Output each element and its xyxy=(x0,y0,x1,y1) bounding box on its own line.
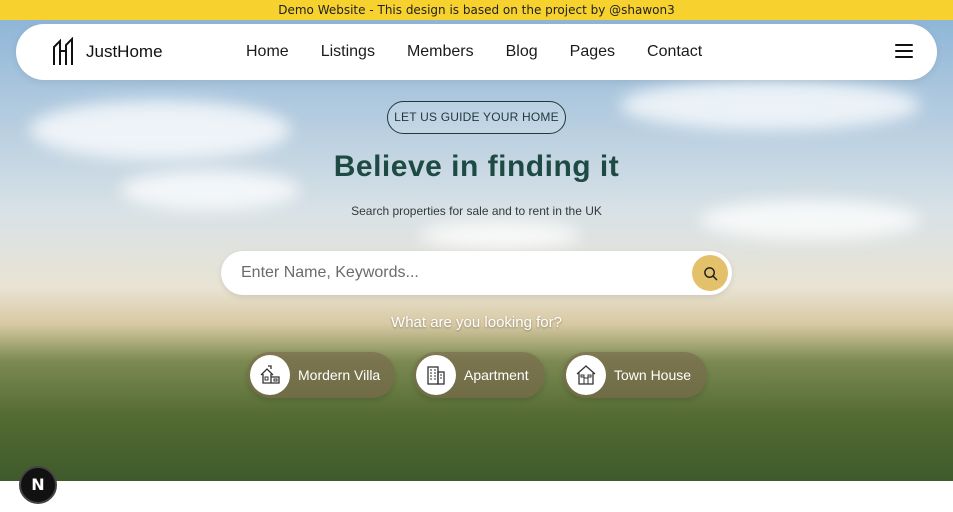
nav-link-home[interactable]: Home xyxy=(246,43,289,61)
dev-badge[interactable]: N xyxy=(19,466,57,504)
nav-link-blog[interactable]: Blog xyxy=(506,43,538,61)
search-button[interactable] xyxy=(692,255,728,291)
category-label: Town House xyxy=(614,367,692,383)
category-label: Mordern Villa xyxy=(298,367,381,383)
looking-for-label: What are you looking for? xyxy=(391,314,562,331)
town-house-icon xyxy=(566,355,606,395)
hero-subtitle: Search properties for sale and to rent i… xyxy=(351,204,602,218)
main-navbar: JustHome Home Listings Members Blog Page… xyxy=(16,24,937,80)
logo-text: JustHome xyxy=(86,42,163,61)
nav-link-pages[interactable]: Pages xyxy=(570,43,615,61)
hamburger-menu-icon[interactable] xyxy=(895,44,913,60)
search-box xyxy=(221,251,732,295)
search-input[interactable] xyxy=(241,261,661,285)
demo-banner: Demo Website - This design is based on t… xyxy=(0,0,953,20)
nav-link-listings[interactable]: Listings xyxy=(321,43,375,61)
logo-icon xyxy=(53,37,73,65)
hero-title: Believe in finding it xyxy=(333,150,620,183)
search-icon xyxy=(703,266,717,280)
guide-pill: LET US GUIDE YOUR HOME xyxy=(387,101,566,134)
logo[interactable]: JustHome xyxy=(52,37,163,67)
apartment-icon xyxy=(416,355,456,395)
category-apartment[interactable]: Apartment xyxy=(413,352,545,398)
category-label: Apartment xyxy=(464,367,529,383)
category-town-house[interactable]: Town House xyxy=(563,352,707,398)
nav-link-contact[interactable]: Contact xyxy=(647,43,702,61)
nav-link-members[interactable]: Members xyxy=(407,43,474,61)
category-mordern-villa[interactable]: Mordern Villa xyxy=(247,352,395,398)
villa-icon xyxy=(250,355,290,395)
nav-links: Home Listings Members Blog Pages Contact xyxy=(246,24,702,80)
